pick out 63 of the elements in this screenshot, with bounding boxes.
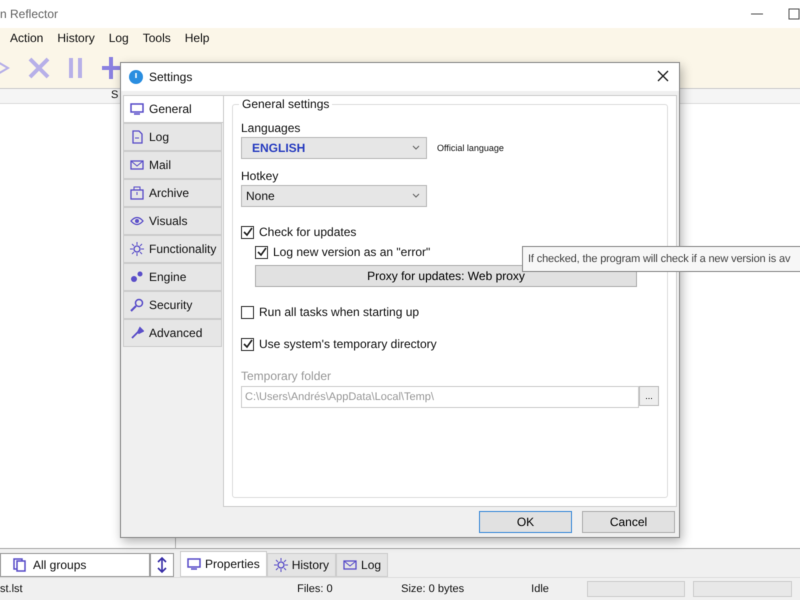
maximize-icon[interactable] [786,7,800,21]
menu-item[interactable]: Action [10,31,44,45]
column-header[interactable]: S [111,89,118,103]
checkbox-label: Check for updates [259,225,356,239]
menu-item[interactable]: History [57,31,95,45]
status-files: Files: 0 [297,583,334,595]
tab-icon [130,186,144,200]
language-dropdown[interactable]: ENGLISH [241,137,427,159]
window-title: n Reflector [0,7,58,21]
tab-icon [130,102,144,116]
panel-tab[interactable]: History [266,553,336,577]
field-label: Temporary folder [241,369,332,383]
settings-tab[interactable]: Engine [123,263,222,291]
proxy-button[interactable]: Proxy for updates: Web proxy [255,265,637,287]
checkbox[interactable] [255,246,268,258]
tab-icon [187,557,201,571]
field-label: Hotkey [241,169,280,183]
up-down-arrow-icon [157,557,167,573]
hotkey-dropdown[interactable]: None [241,185,427,207]
tab-icon [130,158,144,172]
checkbox-label: Log new version as an "error" [273,245,430,259]
pages-icon [13,558,27,572]
plus-icon[interactable] [100,55,122,81]
status-size: Size: 0 bytes [401,583,466,595]
settings-tab[interactable]: Visuals [123,207,222,235]
dialog-button[interactable]: Cancel [582,511,675,533]
settings-tab[interactable]: Archive [123,179,222,207]
checkbox[interactable] [241,338,254,350]
field-label: Languages [241,121,302,135]
tab-icon [130,214,144,228]
tab-icon [130,130,144,144]
settings-tab[interactable]: Log [123,123,222,151]
settings-tab[interactable]: Functionality [123,235,222,263]
tab-icon [130,242,144,256]
tab-icon [274,558,288,572]
settings-tab[interactable]: Mail [123,151,222,179]
settings-tab[interactable]: General [123,95,224,123]
menu-item[interactable]: Help [184,31,210,45]
checkbox-label: Use system's temporary directory [259,337,437,351]
group-selector-value: All groups [33,558,86,572]
dialog-title: Settings [149,70,194,84]
status-state: Idle [531,583,550,595]
group-selector[interactable]: All groups [0,553,150,577]
checkbox-label: Run all tasks when starting up [259,305,420,319]
menu-item[interactable]: Tools [142,31,171,45]
menu-item[interactable]: Log [108,31,129,45]
group-title: General settings [239,97,332,111]
panel-tab[interactable]: Properties [180,551,267,577]
checkbox[interactable] [241,306,254,318]
settings-tab[interactable]: Security [123,291,222,319]
tab-icon [130,298,144,312]
panel-tab[interactable]: Log [336,553,388,577]
app-icon [129,70,143,84]
status-file: st.lst [0,583,24,595]
language-note: Official language [437,143,504,153]
tooltip: If checked, the program will check if a new version is av [522,246,800,272]
tab-icon [130,326,144,340]
sort-button[interactable] [150,553,174,577]
dialog-button[interactable]: OK [479,511,572,533]
tab-icon [130,270,144,284]
settings-tab[interactable]: Advanced [123,319,222,347]
tab-icon [343,558,358,572]
checkbox[interactable] [241,226,254,238]
